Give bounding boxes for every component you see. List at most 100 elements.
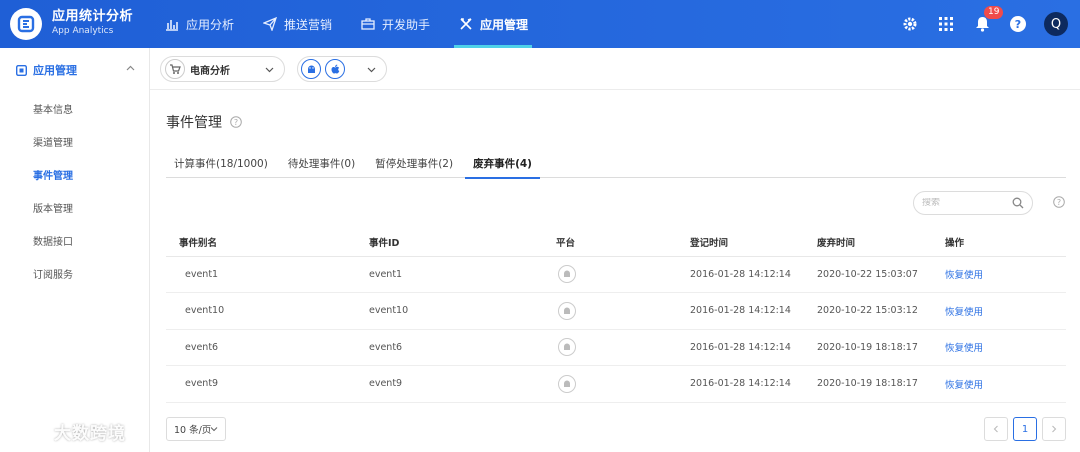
avatar[interactable]: Q (1044, 12, 1068, 36)
pagination: 1 (979, 417, 1066, 441)
main-nav: 应用分析 推送营销 开发助手 应用管理 (150, 0, 542, 48)
cell-alias: event1 (166, 256, 369, 293)
app-select-value: 电商分析 (190, 65, 230, 77)
cell-registered-time: 2016-01-28 14:12:14 (690, 365, 817, 403)
tab-computed-events[interactable]: 计算事件(18/1000) (166, 148, 276, 178)
app-select[interactable]: 电商分析 (160, 56, 285, 82)
settings-button[interactable] (892, 0, 928, 48)
sidebar-item-label: 订阅服务 (33, 270, 73, 281)
help-circle-icon[interactable]: ? (230, 116, 242, 128)
cell-event-id: event9 (369, 365, 556, 403)
svg-text:?: ? (1015, 18, 1021, 31)
android-icon[interactable] (301, 59, 321, 79)
restore-button[interactable]: 恢复使用 (945, 307, 983, 318)
cell-discarded-time: 2020-10-19 18:18:17 (817, 365, 945, 403)
help-circle-icon[interactable]: ? (1053, 196, 1065, 208)
prev-page-button[interactable] (984, 417, 1008, 441)
platform-select[interactable] (297, 56, 387, 82)
column-header-alias[interactable]: 事件别名 (166, 228, 369, 257)
apps-grid-button[interactable] (928, 0, 964, 48)
nav-item-app-management[interactable]: 应用管理 (444, 0, 542, 48)
column-header-platform[interactable]: 平台 (556, 228, 690, 257)
cell-registered-time: 2016-01-28 14:12:14 (690, 256, 817, 293)
nav-label: 开发助手 (382, 17, 431, 32)
tab-label: 待处理事件(0) (287, 157, 356, 170)
cell-event-id: event10 (369, 292, 556, 330)
cell-alias: event9 (166, 365, 369, 403)
tab-discarded-events[interactable]: 废弃事件(4) (465, 148, 540, 179)
top-bar: 应用统计分析 App Analytics 应用分析 推送营销 开发助手 应用管理 (0, 0, 1080, 48)
table-row: event1 event1 2016-01-28 14:12:14 2020-1… (166, 256, 1066, 293)
sidebar-item-basic-info[interactable]: 基本信息 (0, 92, 149, 125)
sidebar-item-event-management[interactable]: 事件管理 (0, 158, 149, 191)
column-header-action: 操作 (945, 228, 1066, 257)
cell-discarded-time: 2020-10-22 15:03:07 (817, 256, 945, 293)
chevron-down-icon (210, 427, 218, 432)
next-page-button[interactable] (1042, 417, 1066, 441)
bar-chart-icon (164, 16, 180, 32)
chevron-down-icon (367, 67, 376, 73)
header-actions: 19 ? Q (892, 0, 1080, 48)
cell-alias: event6 (166, 329, 369, 366)
android-icon (558, 374, 576, 393)
table-row: event10 event10 2016-01-28 14:12:14 2020… (166, 292, 1066, 330)
gear-icon (903, 17, 917, 31)
restore-button[interactable]: 恢复使用 (945, 270, 983, 281)
shopping-cart-icon (165, 59, 185, 79)
cell-discarded-time: 2020-10-19 18:18:17 (817, 329, 945, 366)
sidebar-item-version-management[interactable]: 版本管理 (0, 191, 149, 224)
chevron-up-icon (126, 65, 135, 71)
column-header-discarded-time[interactable]: 废弃时间 (817, 228, 945, 257)
chevron-down-icon (265, 67, 274, 73)
cell-event-id: event6 (369, 329, 556, 366)
main-content: 事件管理 ? 计算事件(18/1000) 待处理事件(0) 暂停处理事件(2) … (150, 90, 1080, 452)
cell-platform (556, 365, 690, 403)
sidebar-item-label: 基本信息 (33, 105, 73, 116)
nav-item-app-analysis[interactable]: 应用分析 (150, 0, 248, 48)
table-row: event9 event9 2016-01-28 14:12:14 2020-1… (166, 365, 1066, 403)
sidebar-item-data-api[interactable]: 数据接口 (0, 224, 149, 257)
nav-item-dev-assistant[interactable]: 开发助手 (346, 0, 444, 48)
sidebar-section-label: 应用管理 (33, 64, 77, 77)
cell-event-id: event1 (369, 256, 556, 293)
apple-icon[interactable] (325, 59, 345, 79)
page-number-button[interactable]: 1 (1013, 417, 1037, 441)
brand[interactable]: 应用统计分析 App Analytics (10, 8, 133, 40)
chevron-left-icon (993, 425, 998, 433)
toolbox-icon (360, 16, 376, 32)
page-size-select[interactable]: 10 条/页 (166, 417, 226, 441)
nav-label: 推送营销 (284, 17, 333, 32)
sidebar-item-channel-management[interactable]: 渠道管理 (0, 125, 149, 158)
app-filter-bar: 电商分析 (150, 48, 1080, 90)
brand-subtitle: App Analytics (52, 26, 114, 36)
grid-icon (939, 17, 953, 31)
android-icon (558, 265, 576, 284)
notifications-button[interactable]: 19 (964, 0, 1004, 48)
table-row: event6 event6 2016-01-28 14:12:14 2020-1… (166, 329, 1066, 366)
sidebar-item-label: 渠道管理 (33, 138, 73, 149)
nav-item-push-marketing[interactable]: 推送营销 (248, 0, 346, 48)
column-header-event-id[interactable]: 事件ID (369, 228, 556, 257)
page-title: 事件管理 (166, 115, 222, 131)
sidebar: 应用管理 基本信息 渠道管理 事件管理 版本管理 数据接口 订阅服务 (0, 48, 150, 452)
sidebar-item-subscription[interactable]: 订阅服务 (0, 257, 149, 290)
search-icon[interactable] (1012, 197, 1024, 209)
tab-label: 废弃事件(4) (473, 157, 532, 170)
search-input[interactable] (922, 198, 1012, 208)
android-icon (558, 301, 576, 320)
tab-pending-events[interactable]: 待处理事件(0) (280, 148, 363, 178)
sidebar-section-app-management[interactable]: 应用管理 (0, 48, 149, 92)
help-button[interactable]: ? (1000, 0, 1036, 48)
cell-registered-time: 2016-01-28 14:12:14 (690, 329, 817, 366)
restore-button[interactable]: 恢复使用 (945, 343, 983, 354)
chevron-right-icon (1052, 425, 1057, 433)
svg-text:?: ? (234, 118, 238, 127)
watermark-logo-icon (10, 420, 50, 441)
sidebar-item-label: 事件管理 (33, 171, 73, 182)
tab-paused-events[interactable]: 暂停处理事件(2) (367, 148, 461, 178)
app-logo-icon (10, 8, 42, 40)
restore-button[interactable]: 恢复使用 (945, 380, 983, 391)
nav-label: 应用管理 (480, 17, 529, 32)
column-header-registered-time[interactable]: 登记时间 (690, 228, 817, 257)
tab-label: 暂停处理事件(2) (375, 157, 454, 170)
